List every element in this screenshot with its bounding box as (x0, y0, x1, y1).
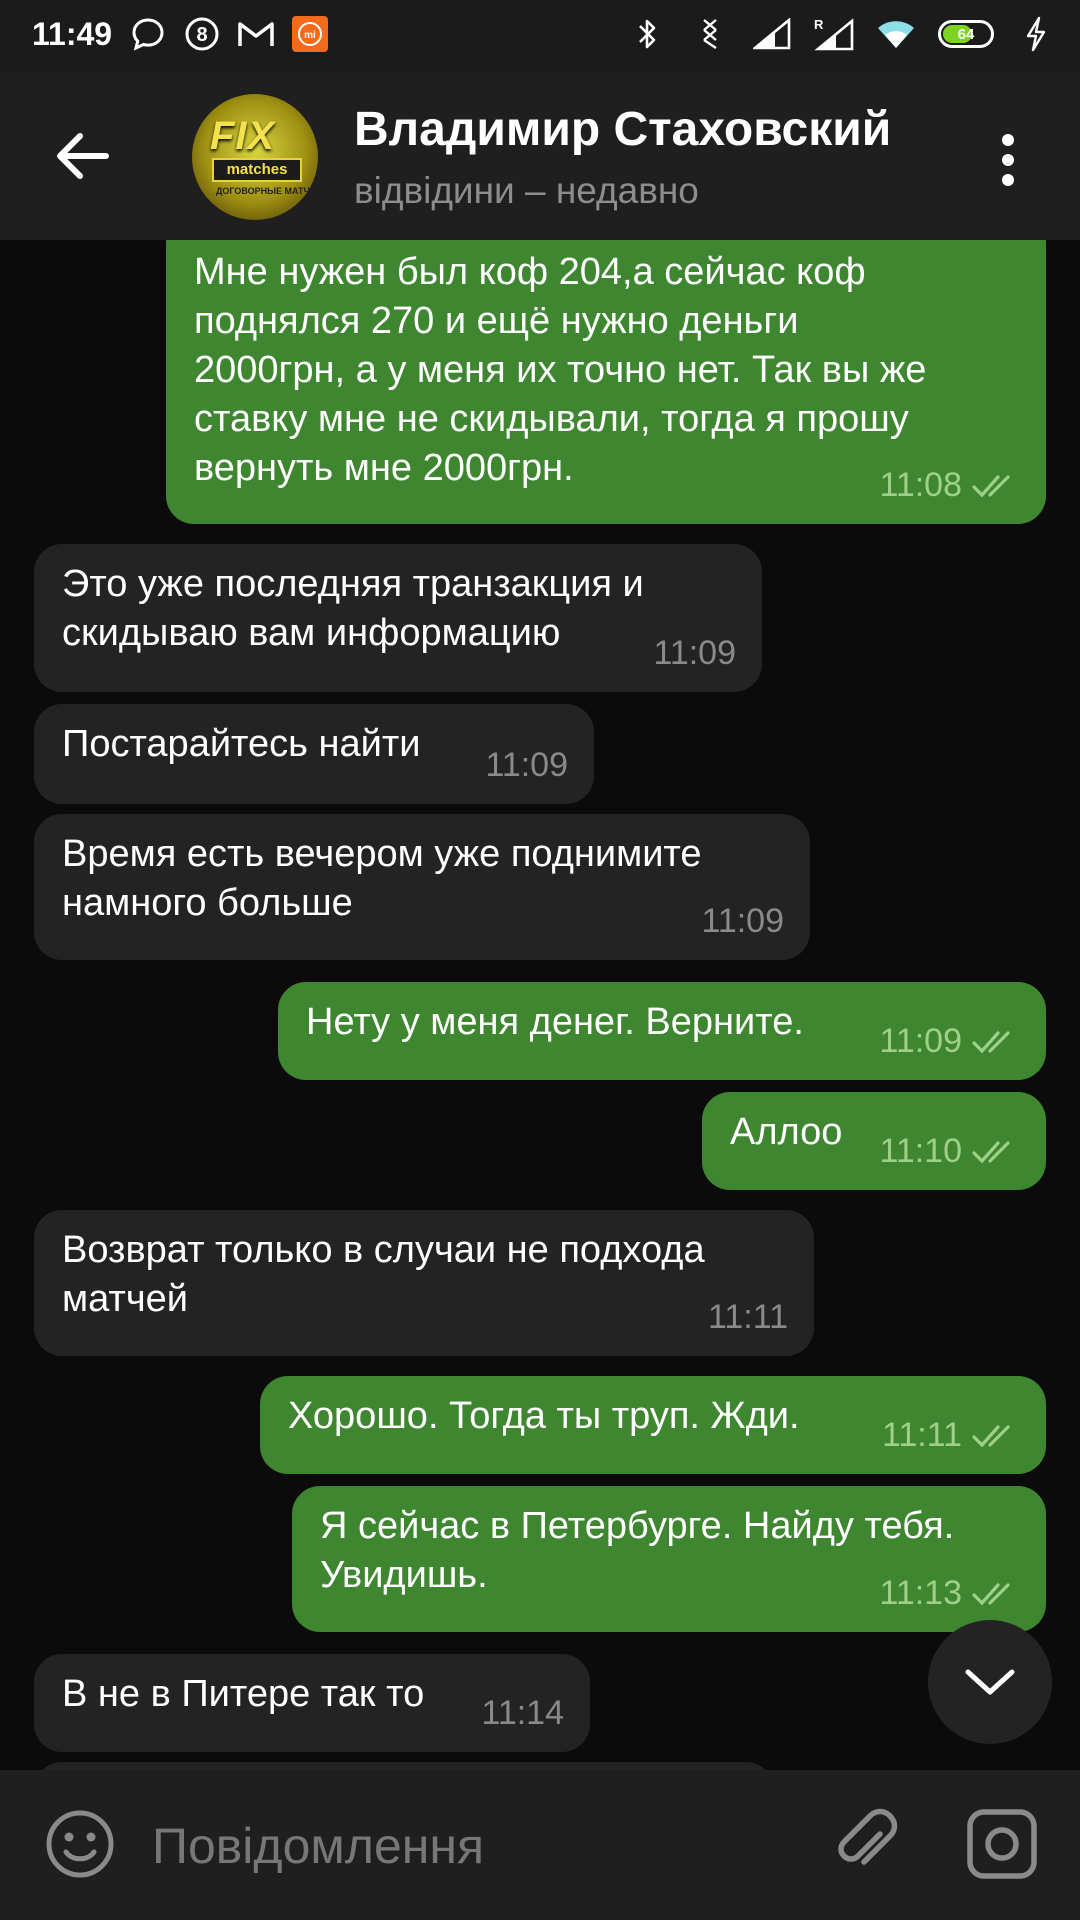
message-bubble-outgoing[interactable]: Мне нужен был коф 204,а сейчас коф подня… (166, 240, 1046, 524)
double-check-icon (972, 1582, 1010, 1605)
message-bubble-incoming[interactable]: В не в Питере так то 11:14 (34, 1654, 590, 1752)
more-vertical-icon (1002, 134, 1014, 186)
message-bubble-incoming[interactable]: Время есть вечером уже поднимите намного… (34, 814, 810, 960)
arrow-left-icon (57, 133, 109, 179)
svg-text:8: 8 (196, 24, 207, 46)
message-text: Это уже последняя транзакция и скидываю … (62, 563, 644, 654)
menu-button[interactable] (990, 128, 1026, 192)
avatar-matches-text: matches (212, 158, 302, 182)
bluetooth-icon (628, 14, 668, 54)
battery-icon: 64 (938, 20, 994, 48)
chat-title[interactable]: Владимир Стаховский (354, 102, 891, 157)
avatar[interactable]: FIX matches ДОГОВОРНЫЕ МАТЧИ (192, 94, 318, 220)
message-bubble-incoming[interactable]: Постарайтесь найти 11:09 (34, 704, 594, 804)
signal-icon (752, 14, 792, 54)
double-check-icon (972, 1424, 1010, 1447)
chat-header: FIX matches ДОГОВОРНЫЕ МАТЧИ Владимир Ст… (0, 72, 1080, 240)
message-time: 11:09 (701, 902, 784, 940)
message-time: 11:14 (481, 1694, 564, 1732)
smiley-icon (46, 1810, 114, 1878)
double-check-icon (972, 1030, 1010, 1053)
message-text: Время есть вечером уже поднимите намного… (62, 833, 702, 924)
message-time: 11:08 (879, 466, 962, 504)
message-bubble-incoming[interactable]: Это уже последняя транзакция и скидываю … (34, 544, 762, 692)
scroll-to-bottom-button[interactable] (928, 1620, 1052, 1744)
avatar-subtitle: ДОГОВОРНЫЕ МАТЧИ (216, 186, 317, 196)
camera-icon (967, 1809, 1037, 1879)
camera-button[interactable] (964, 1806, 1040, 1882)
back-button[interactable] (48, 120, 120, 192)
last-seen-status: відвідини – недавно (354, 170, 699, 211)
8ball-icon: 8 (182, 14, 222, 54)
svg-text:R: R (814, 17, 824, 32)
wifi-icon (876, 14, 916, 54)
message-time: 11:10 (879, 1132, 962, 1170)
double-check-icon (972, 474, 1010, 497)
charging-icon (1016, 14, 1056, 54)
chevron-down-icon (965, 1669, 1015, 1695)
system-icons: R 64 (628, 14, 1056, 54)
message-bubble-incoming[interactable]: Возврат только в случаи не подхода матче… (34, 1210, 814, 1356)
battery-level: 64 (957, 25, 975, 43)
mi-icon: mi (290, 14, 330, 54)
message-bubble-outgoing[interactable]: Я сейчас в Петербурге. Найду тебя. Увиди… (292, 1486, 1046, 1632)
message-text: Возврат только в случаи не подхода матче… (62, 1229, 705, 1320)
gmail-icon (236, 14, 276, 54)
message-list[interactable]: Мне нужен был коф 204,а сейчас коф подня… (0, 240, 1080, 1770)
message-time: 11:11 (707, 1298, 788, 1336)
signal-roaming-icon: R (814, 14, 854, 54)
message-bubble-incoming[interactable] (34, 1762, 774, 1770)
paperclip-icon (838, 1808, 898, 1865)
status-bar: 11:49 8 mi R 64 (0, 0, 1080, 72)
chat-bubble-icon (128, 14, 168, 54)
double-check-icon (972, 1140, 1010, 1163)
avatar-fix-text: FIX (210, 114, 276, 158)
attach-button[interactable] (828, 1806, 904, 1882)
mi-label: mi (304, 30, 316, 41)
notification-icons: 8 mi (128, 14, 330, 54)
status-time: 11:49 (32, 16, 113, 52)
message-bubble-outgoing[interactable]: Хорошо. Тогда ты труп. Жди. 11:11 (260, 1376, 1046, 1474)
message-time: 11:09 (485, 746, 568, 784)
message-time: 11:13 (879, 1574, 962, 1612)
message-text: Мне нужен был коф 204,а сейчас коф подня… (194, 251, 927, 489)
message-time: 11:09 (653, 634, 736, 672)
message-input[interactable] (150, 1800, 794, 1892)
message-bubble-outgoing[interactable]: Аллоо 11:10 (702, 1092, 1046, 1190)
message-bubble-outgoing[interactable]: Нету у меня денег. Верните. 11:09 (278, 982, 1046, 1080)
vibrate-icon (690, 14, 730, 54)
message-composer (0, 1770, 1080, 1920)
emoji-button[interactable] (44, 1808, 116, 1880)
message-time: 11:09 (879, 1022, 962, 1060)
message-time: 11:11 (881, 1416, 962, 1454)
